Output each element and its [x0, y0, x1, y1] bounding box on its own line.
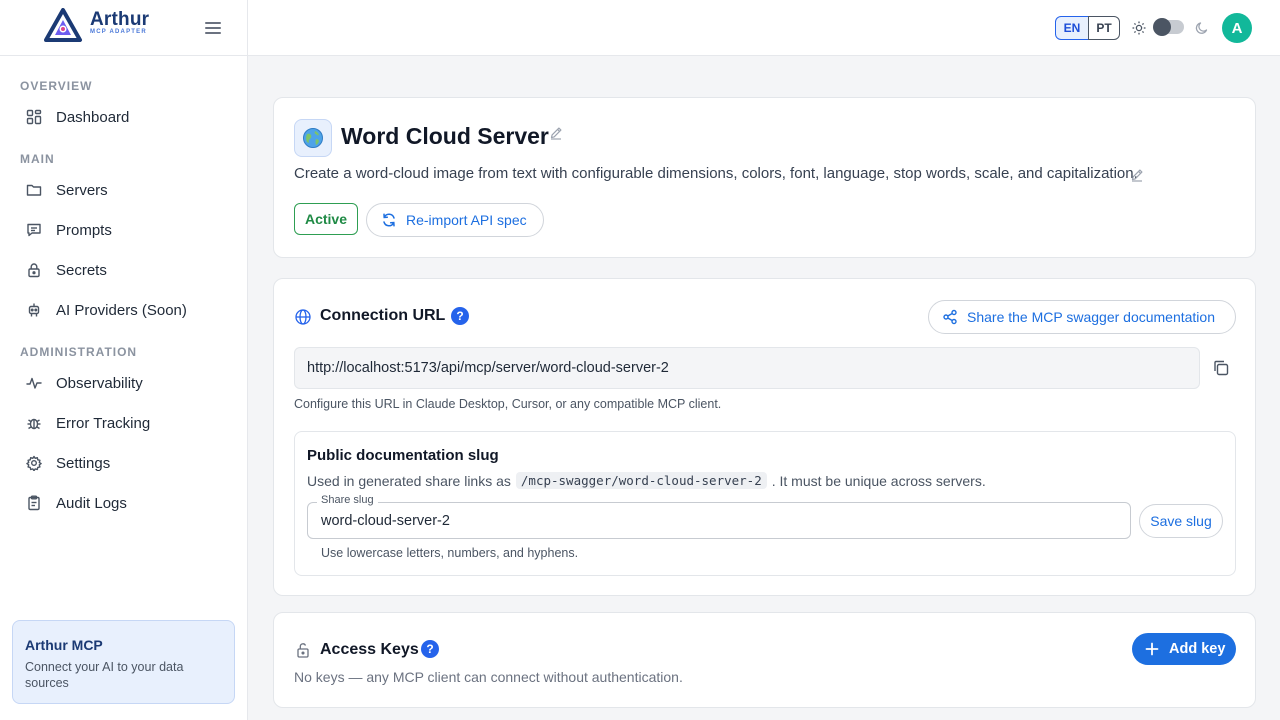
sidebar: Arthur MCP ADAPTER OVERVIEW Dashboard MA…: [0, 0, 248, 720]
slug-desc-after: . It must be unique across servers.: [771, 472, 986, 489]
avatar[interactable]: A: [1222, 13, 1252, 43]
sidebar-item-label: AI Providers (Soon): [56, 301, 187, 319]
server-header-card: Word Cloud Server Create a word-cloud im…: [273, 97, 1256, 258]
slug-desc-before: Used in generated share links as: [307, 472, 511, 489]
brand-name: Arthur: [90, 9, 150, 30]
share-icon: [943, 309, 957, 325]
promo-text: Connect your AI to your data sources: [25, 660, 184, 690]
slug-hint: Use lowercase letters, numbers, and hyph…: [321, 546, 579, 560]
sidebar-item-label: Prompts: [56, 221, 112, 239]
folder-icon: [24, 180, 44, 200]
dashboard-icon: [24, 107, 44, 127]
share-slug-label: Share slug: [317, 494, 378, 506]
sidebar-item-audit-logs[interactable]: Audit Logs: [12, 486, 234, 520]
plus-icon: [1145, 642, 1159, 656]
access-keys-card: Access Keys ? Add key No keys — any MCP …: [273, 612, 1256, 708]
reimport-api-spec-button[interactable]: Re-import API spec: [366, 203, 544, 237]
connection-title: Connection URL: [320, 307, 446, 324]
arthur-logo[interactable]: [43, 8, 83, 42]
copy-icon[interactable]: [1212, 359, 1230, 377]
activity-icon: [24, 373, 44, 393]
language-en-button[interactable]: EN: [1055, 16, 1089, 40]
brand-subtitle: MCP ADAPTER: [90, 29, 147, 35]
chat-icon: [24, 220, 44, 240]
slug-path-code: /mcp-swagger/word-cloud-server-2: [515, 472, 767, 489]
server-globe-icon: [294, 119, 332, 157]
sidebar-item-label: Observability: [56, 374, 143, 392]
reimport-label: Re-import API spec: [406, 212, 527, 228]
sidebar-item-ai-providers[interactable]: AI Providers (Soon): [12, 293, 234, 327]
server-title: Word Cloud Server: [341, 123, 549, 149]
sidebar-item-prompts[interactable]: Prompts: [12, 213, 234, 247]
gear-icon: [24, 453, 44, 473]
sidebar-item-servers[interactable]: Servers: [12, 173, 234, 207]
slug-title: Public documentation slug: [307, 447, 499, 464]
sidebar-item-observability[interactable]: Observability: [12, 366, 234, 400]
menu-toggle-icon[interactable]: [204, 19, 222, 37]
share-swagger-button[interactable]: Share the MCP swagger documentation: [928, 300, 1236, 334]
section-label-main: MAIN: [20, 152, 55, 166]
sidebar-item-settings[interactable]: Settings: [12, 446, 234, 480]
add-key-button[interactable]: Add key: [1132, 633, 1236, 665]
theme-toggle[interactable]: [1153, 18, 1184, 36]
promo-card: Arthur MCP Connect your AI to your data …: [12, 620, 235, 704]
add-key-label: Add key: [1169, 641, 1226, 657]
public-slug-panel: Public documentation slug Used in genera…: [294, 431, 1236, 576]
sidebar-item-label: Servers: [56, 181, 108, 199]
sidebar-item-label: Dashboard: [56, 108, 130, 126]
connection-url-field[interactable]: http://localhost:5173/api/mcp/server/wor…: [294, 347, 1200, 389]
connection-card: Connection URL ? Share the MCP swagger d…: [273, 278, 1256, 596]
topbar: EN PT A: [248, 0, 1280, 56]
save-slug-button[interactable]: Save slug: [1139, 504, 1223, 538]
edit-title-pencil-icon[interactable]: [549, 126, 563, 140]
sidebar-item-secrets[interactable]: Secrets: [12, 253, 234, 287]
access-keys-empty-text: No keys — any MCP client can connect wit…: [294, 669, 683, 685]
status-badge: Active: [294, 203, 358, 235]
connection-help-icon[interactable]: ?: [451, 307, 469, 325]
section-label-administration: ADMINISTRATION: [20, 345, 138, 359]
sidebar-item-dashboard[interactable]: Dashboard: [12, 100, 234, 134]
language-pt-button[interactable]: PT: [1088, 16, 1120, 40]
sidebar-item-error-tracking[interactable]: Error Tracking: [12, 406, 234, 440]
sidebar-item-label: Audit Logs: [56, 494, 127, 512]
server-description: Create a word-cloud image from text with…: [294, 165, 1138, 182]
promo-title: Arthur MCP: [25, 637, 103, 653]
access-keys-title: Access Keys: [320, 641, 419, 658]
clipboard-icon: [24, 493, 44, 513]
brand-header: Arthur MCP ADAPTER: [0, 0, 247, 56]
share-slug-input[interactable]: word-cloud-server-2: [307, 502, 1131, 539]
sidebar-item-label: Error Tracking: [56, 414, 151, 432]
edit-description-pencil-icon[interactable]: [1130, 168, 1144, 182]
refresh-icon: [383, 213, 395, 227]
share-swagger-label: Share the MCP swagger documentation: [967, 309, 1215, 325]
moon-icon: [1195, 22, 1208, 34]
theme-toggle-knob: [1153, 18, 1171, 36]
slug-description: Used in generated share links as /mcp-sw…: [307, 472, 986, 489]
access-keys-help-icon[interactable]: ?: [421, 640, 439, 658]
robot-icon: [24, 300, 44, 320]
sidebar-item-label: Settings: [56, 454, 111, 472]
lock-icon: [24, 260, 44, 280]
connection-url-hint: Configure this URL in Claude Desktop, Cu…: [294, 397, 722, 411]
globe-icon: [295, 309, 311, 325]
bug-icon: [24, 413, 44, 433]
section-label-overview: OVERVIEW: [20, 79, 93, 93]
sun-icon: [1132, 21, 1146, 35]
unlock-icon: [297, 643, 309, 658]
sidebar-item-label: Secrets: [56, 261, 107, 279]
